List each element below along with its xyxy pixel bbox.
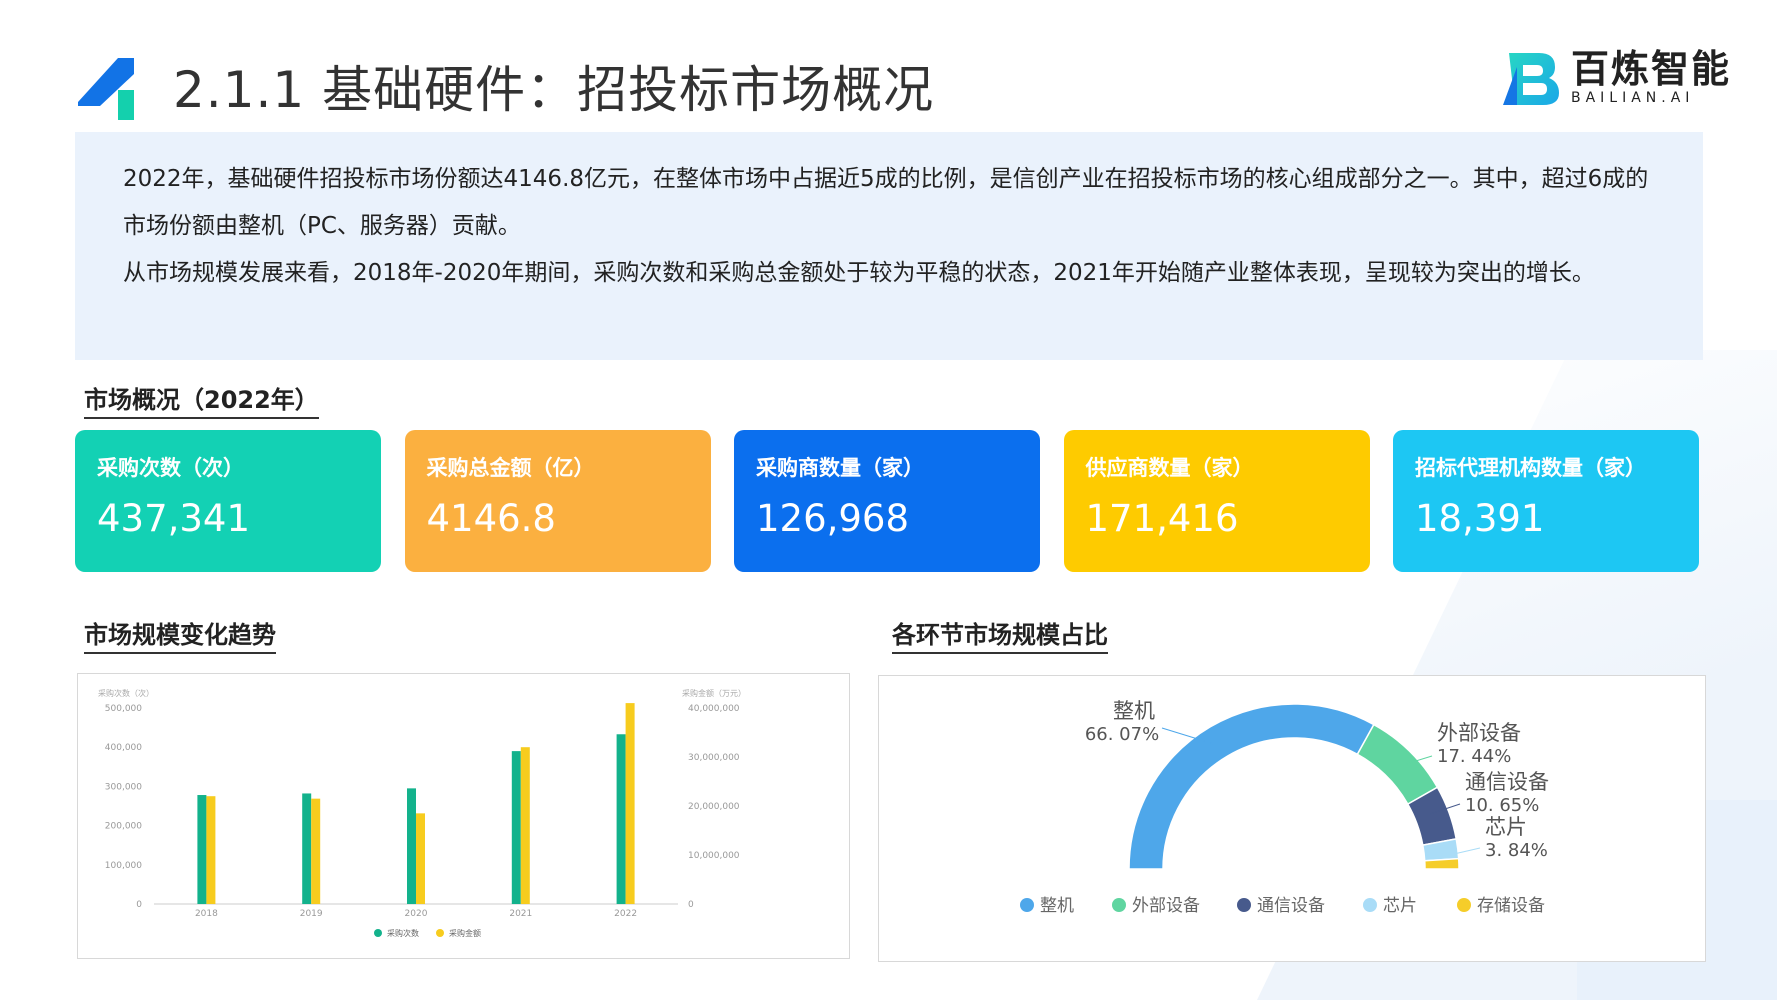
bar-count	[197, 795, 207, 904]
share-chart-panel: 整机 66. 07% 外部设备 17. 44% 通信设备 10. 65% 芯片 3. 84% 整…	[878, 675, 1706, 962]
slice-label-pct: 3. 84%	[1485, 840, 1548, 861]
page-title: 2.1.1 基础硬件：招投标市场概况	[173, 61, 935, 119]
slice-label-pct: 17. 44%	[1437, 746, 1511, 767]
stat-cards: 采购次数（次） 437,341 采购总金额（亿） 4146.8 采购商数量（家）…	[75, 430, 1699, 572]
legend-marker	[1020, 898, 1034, 912]
donut-slice-4	[1423, 857, 1460, 870]
slice-label-name: 外部设备	[1437, 721, 1521, 745]
stat-card-label: 招标代理机构数量（家）	[1415, 456, 1646, 480]
stat-card-label: 采购总金额（亿）	[426, 456, 595, 480]
y-tick-right: 30,000,000	[688, 753, 740, 763]
y-tick-left: 300,000	[105, 782, 142, 792]
x-tick: 2018	[195, 909, 218, 919]
trend-chart-panel: 采购次数（次） 采购金额（万元） 0 100,000 200,000 300,000 400…	[77, 673, 850, 959]
brand-logo: 百炼智能 BAILIAN.AI	[1502, 45, 1731, 109]
y-tick-left: 0	[136, 900, 142, 910]
stat-card-value: 171,416	[1085, 497, 1239, 540]
legend-marker	[1363, 898, 1377, 912]
legend-label: 芯片	[1383, 896, 1417, 916]
stat-card-value: 4146.8	[426, 497, 556, 540]
x-tick: 2020	[405, 909, 428, 919]
legend-marker	[1112, 898, 1126, 912]
legend-marker	[436, 929, 444, 937]
x-tick: 2021	[509, 909, 532, 919]
stat-card-buyer-count: 采购商数量（家） 126,968	[734, 430, 1040, 572]
trend-bar-chart: 采购次数（次） 采购金额（万元） 0 100,000 200,000 300,000 400…	[98, 688, 746, 938]
y-tick-right: 0	[688, 900, 694, 910]
donut-slice-1	[1356, 723, 1439, 806]
legend-marker	[1457, 898, 1471, 912]
x-tick: 2022	[614, 909, 637, 919]
slice-label-name: 通信设备	[1465, 770, 1549, 794]
legend-label: 通信设备	[1257, 896, 1325, 916]
bar-count	[407, 788, 416, 904]
slide: 2.1.1 基础硬件：招投标市场概况 百炼智能 BAILIAN.AI 2022年…	[0, 0, 1777, 1000]
intro-panel: 2022年，基础硬件招投标市场份额达4146.8亿元，在整体市场中占据近5成的比…	[75, 132, 1703, 360]
share-title: 各环节市场规模占比	[892, 615, 1108, 654]
y-axis-right-label: 采购金额（万元）	[682, 688, 746, 698]
bar-count	[511, 751, 521, 904]
x-tick: 2019	[300, 909, 323, 919]
y-tick-left: 200,000	[105, 822, 142, 832]
bar-count	[302, 793, 312, 904]
y-tick-left: 100,000	[105, 861, 142, 871]
stat-card-supplier-count: 供应商数量（家） 171,416	[1063, 430, 1370, 572]
stat-card-label: 采购次数（次）	[97, 456, 244, 480]
y-tick-right: 20,000,000	[688, 802, 740, 812]
bailian-logo-icon	[1502, 53, 1559, 105]
y-axis-left-label: 采购次数（次）	[98, 688, 154, 698]
y-tick-right: 10,000,000	[688, 851, 740, 861]
legend-label: 采购次数	[387, 928, 419, 938]
legend-label: 存储设备	[1477, 896, 1545, 916]
stat-card-purchase-count: 采购次数（次） 437,341	[75, 430, 381, 572]
y-tick-right: 40,000,000	[688, 704, 740, 714]
section-logo-icon	[78, 58, 134, 120]
overview-title: 市场概况（2022年）	[84, 380, 319, 419]
legend-label: 整机	[1040, 896, 1074, 916]
bar-amount	[625, 703, 635, 904]
y-tick-left: 400,000	[105, 743, 142, 753]
stat-card-value: 126,968	[756, 497, 910, 540]
slice-label-name: 整机	[1113, 699, 1155, 723]
stat-card-purchase-amount: 采购总金额（亿） 4146.8	[404, 430, 711, 572]
brand-name-cn: 百炼智能	[1570, 47, 1731, 91]
bar-count	[616, 734, 626, 904]
bar-amount	[311, 798, 321, 904]
bar-amount	[416, 813, 425, 904]
legend-marker	[374, 929, 382, 937]
intro-paragraph-1: 2022年，基础硬件招投标市场份额达4146.8亿元，在整体市场中占据近5成的比…	[123, 166, 1649, 239]
share-donut-chart: 整机66. 07% 外部设备17. 44%通信设备10. 65%芯片3. 84%整…	[1020, 699, 1549, 916]
bar-amount	[206, 796, 216, 904]
brand-name-en: BAILIAN.AI	[1570, 90, 1695, 106]
stat-card-agency-count: 招标代理机构数量（家） 18,391	[1393, 430, 1699, 572]
stat-card-value: 437,341	[97, 497, 251, 540]
stat-card-label: 供应商数量（家）	[1085, 456, 1254, 480]
intro-paragraph-2: 从市场规模发展来看，2018年-2020年期间，采购次数和采购总金额处于较为平稳…	[123, 260, 1595, 286]
y-tick-left: 500,000	[105, 704, 142, 714]
slice-label-name: 芯片	[1485, 815, 1527, 839]
stat-card-value: 18,391	[1415, 497, 1545, 540]
legend-label: 采购金额	[449, 928, 481, 938]
trend-title: 市场规模变化趋势	[84, 615, 276, 654]
bar-amount	[520, 747, 530, 904]
slice-label-pct: 10. 65%	[1465, 795, 1539, 816]
legend-label: 外部设备	[1132, 896, 1200, 916]
slice-label-pct: 66. 07%	[1085, 724, 1159, 745]
legend-marker	[1237, 898, 1251, 912]
stat-card-label: 采购商数量（家）	[756, 456, 924, 480]
